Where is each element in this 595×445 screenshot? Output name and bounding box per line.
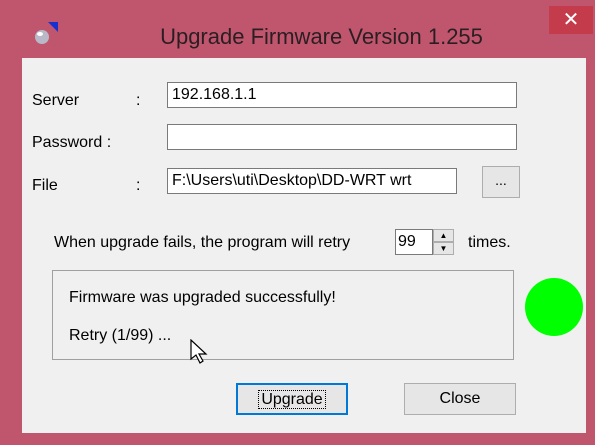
close-button[interactable]: Close: [404, 383, 516, 415]
arrow-down-icon: ▼: [439, 244, 448, 253]
firmware-upgrade-window: Upgrade Firmware Version 1.255 ✕ Server …: [0, 0, 595, 445]
server-label: Server: [32, 92, 80, 109]
retry-count-input[interactable]: 99: [395, 229, 433, 255]
file-path-input[interactable]: F:\Users\uti\Desktop\DD-WRT wrt: [167, 168, 457, 194]
retry-prefix-text: When upgrade fails, the program will ret…: [54, 234, 351, 251]
status-indicator-light: [525, 278, 583, 336]
dialog-body: Server : 192.168.1.1 Password : File : F…: [22, 58, 586, 433]
file-colon: :: [136, 177, 141, 194]
close-window-button[interactable]: ✕: [549, 6, 593, 34]
spin-up-button[interactable]: ▲: [433, 229, 454, 242]
password-input[interactable]: [167, 124, 517, 150]
spin-down-button[interactable]: ▼: [433, 242, 454, 255]
browse-button[interactable]: ...: [482, 166, 520, 198]
close-icon: ✕: [562, 9, 580, 31]
retry-suffix-text: times.: [468, 234, 511, 251]
server-colon: :: [136, 92, 141, 109]
retry-status: Retry (1/99) ...: [69, 327, 172, 344]
status-panel: Firmware was upgraded successfully! Retr…: [52, 270, 514, 360]
upgrade-button[interactable]: Upgrade: [236, 383, 348, 415]
window-title: Upgrade Firmware Version 1.255: [160, 24, 483, 49]
upgrade-button-label: Upgrade: [258, 390, 326, 409]
mouse-cursor-icon: [190, 339, 208, 364]
server-input[interactable]: 192.168.1.1: [167, 82, 517, 108]
file-label: File: [32, 177, 58, 194]
password-label: Password :: [32, 134, 112, 151]
status-message: Firmware was upgraded successfully!: [69, 289, 336, 306]
arrow-up-icon: ▲: [439, 231, 448, 240]
title-bar[interactable]: Upgrade Firmware Version 1.255 ✕: [0, 0, 595, 58]
